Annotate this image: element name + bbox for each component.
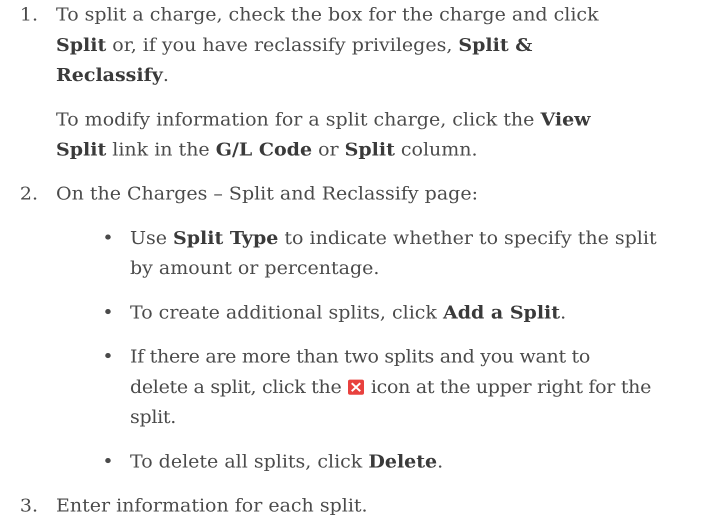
add-a-split-term: Add a Split	[442, 302, 561, 324]
split-term: Split	[56, 34, 107, 56]
delete-icon	[348, 379, 365, 395]
split-column-term: Split	[344, 139, 395, 161]
step-number: 3.	[19, 495, 38, 517]
step-number: 2.	[19, 183, 38, 205]
split-reclassify-term: Split &	[458, 34, 533, 56]
view-split-term: View	[540, 109, 591, 131]
step-number: 1.	[19, 4, 38, 26]
bullet-glyph: •	[102, 451, 114, 473]
bullet-glyph: •	[102, 227, 114, 249]
delete-term: Delete	[368, 451, 438, 473]
bullet-glyph: •	[102, 346, 114, 368]
step-1-followup: To modify information for a split charge…	[56, 109, 591, 161]
bullet-glyph: •	[102, 302, 114, 324]
step-3-text: Enter information for each split.	[56, 495, 368, 517]
split-reclassify-term: Reclassify	[56, 65, 163, 86]
step-2-text: On the Charges – Split and Reclassify pa…	[56, 183, 478, 205]
split-type-term: Split Type	[173, 227, 279, 249]
view-split-term: Split	[56, 139, 107, 161]
step-1-text: To split a charge, check the box for the…	[56, 4, 599, 86]
gl-code-term: G/L Code	[215, 139, 313, 161]
